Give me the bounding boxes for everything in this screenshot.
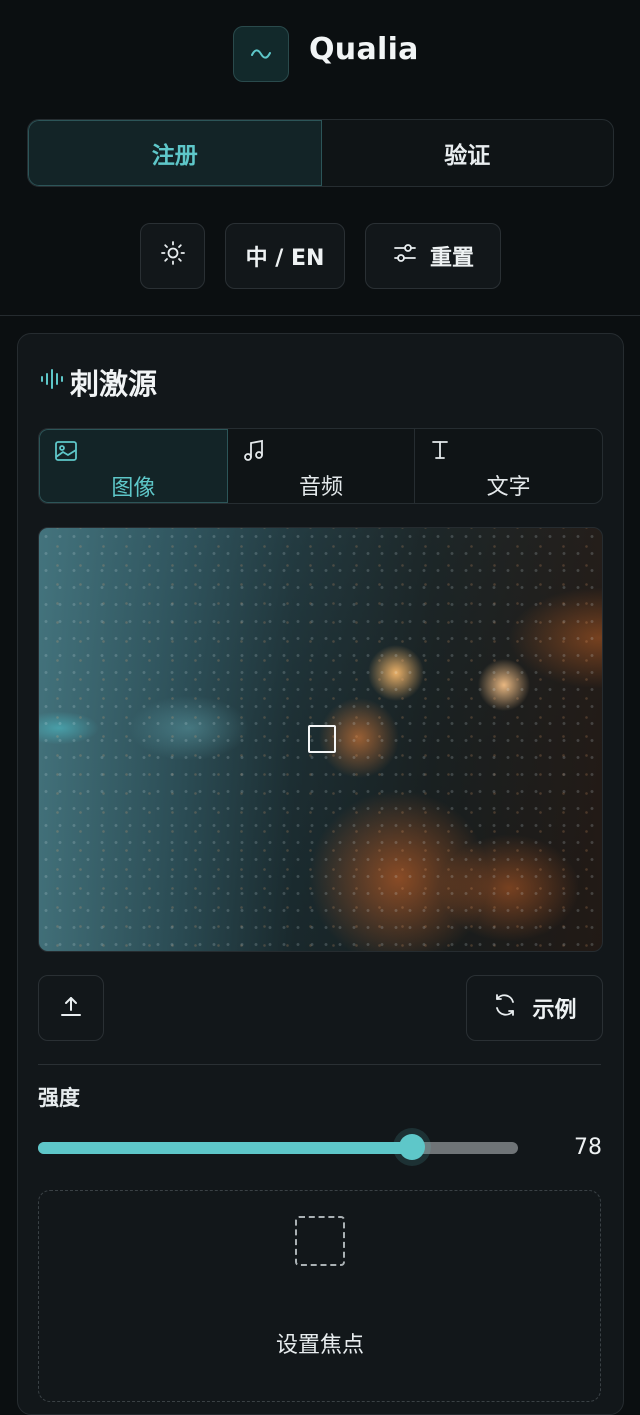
header-divider	[0, 315, 640, 316]
tab-text[interactable]: 文字	[415, 429, 602, 503]
app-title: Qualia	[309, 32, 419, 67]
reset-label: 重置	[429, 246, 474, 271]
tab-text-label: 文字	[486, 475, 531, 500]
tab-image-label: 图像	[111, 476, 156, 501]
intensity-slider[interactable]	[38, 1134, 518, 1160]
image-icon	[54, 440, 78, 466]
stimulus-tabs: 图像 音频 文字	[38, 428, 603, 504]
dashed-square-icon	[295, 1216, 345, 1266]
intensity-slider-fill	[38, 1142, 413, 1154]
sun-icon	[160, 240, 186, 272]
upload-button[interactable]	[38, 975, 104, 1041]
audio-wave-icon	[40, 368, 66, 394]
tab-register[interactable]: 注册	[28, 120, 322, 186]
language-label: 中 / EN	[245, 246, 325, 271]
set-focus-label: 设置焦点	[275, 1333, 364, 1358]
upload-icon	[59, 994, 83, 1022]
stimulus-image[interactable]	[38, 527, 603, 952]
tab-audio-label: 音频	[299, 475, 344, 500]
reset-button[interactable]: 重置	[365, 223, 501, 289]
music-note-icon	[242, 439, 266, 467]
app-header: Qualia 注册 验证 中 / EN 重置	[0, 0, 640, 316]
text-cursor-icon	[429, 439, 451, 465]
refresh-icon	[492, 992, 518, 1024]
section-divider	[38, 1064, 601, 1065]
tab-audio[interactable]: 音频	[228, 429, 416, 503]
stimulus-title: 刺激源	[70, 367, 158, 401]
intensity-value: 78	[574, 1135, 602, 1160]
focus-point-marker[interactable]	[308, 725, 336, 753]
language-toggle-button[interactable]: 中 / EN	[225, 223, 345, 289]
intensity-label: 强度	[38, 1086, 80, 1110]
tab-verify[interactable]: 验证	[322, 120, 614, 186]
sliders-icon	[392, 240, 418, 272]
mode-toggle: 注册 验证	[27, 119, 614, 187]
tab-image[interactable]: 图像	[39, 429, 228, 503]
theme-toggle-button[interactable]	[140, 223, 205, 289]
example-label: 示例	[532, 998, 577, 1023]
wave-logo-icon	[233, 26, 289, 82]
example-button[interactable]: 示例	[466, 975, 603, 1041]
